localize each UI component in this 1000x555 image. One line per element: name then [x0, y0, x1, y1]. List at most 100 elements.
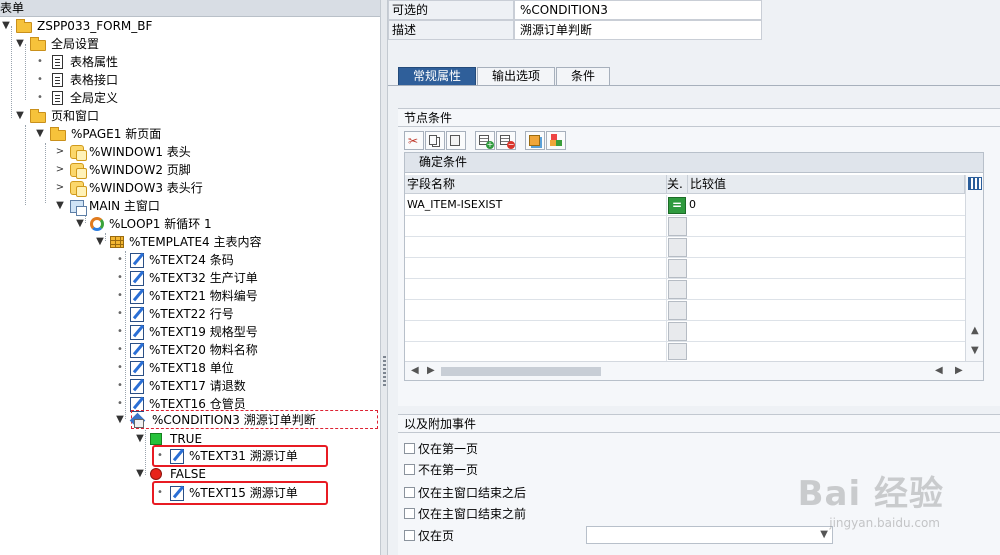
compare-value-cell[interactable]	[688, 342, 965, 363]
table-row[interactable]	[405, 237, 965, 258]
scroll-left-icon[interactable]: ◀	[935, 365, 943, 376]
tree-node-text32[interactable]: • %TEXT32 生产订单	[114, 269, 258, 287]
scroll-left-icon[interactable]: ◀	[411, 365, 419, 376]
operator-button[interactable]	[668, 259, 687, 278]
tree-node-pages-windows[interactable]: ▼ 页和窗口	[14, 107, 99, 125]
option-first-page-only[interactable]: 仅在第一页	[404, 439, 478, 457]
insert-row-button[interactable]: +	[475, 131, 495, 150]
option-before-main-window[interactable]: 仅在主窗口结束之前	[404, 504, 526, 522]
collapse-toggle[interactable]: ▼	[134, 430, 146, 448]
collapse-toggle[interactable]: ▼	[114, 411, 126, 429]
collapse-toggle[interactable]: ▼	[74, 215, 86, 233]
tree-node-text18[interactable]: • %TEXT18 单位	[114, 359, 234, 377]
column-header-field[interactable]: 字段名称	[405, 175, 667, 194]
table-row[interactable]	[405, 342, 965, 361]
tree-node-template4[interactable]: ▼ %TEMPLATE4 主表内容	[94, 233, 261, 251]
scroll-up-icon[interactable]: ▲	[971, 325, 979, 336]
operator-button[interactable]	[668, 280, 687, 299]
table-row[interactable]: WA_ITEM-ISEXIST = 0	[405, 195, 965, 216]
field-name-cell[interactable]	[405, 237, 667, 258]
compare-value-cell[interactable]: 0	[688, 195, 965, 216]
compare-value-cell[interactable]	[688, 237, 965, 258]
collapse-toggle[interactable]: ▼	[14, 107, 26, 125]
panel-splitter[interactable]	[380, 0, 388, 555]
scroll-down-icon[interactable]: ▼	[971, 345, 979, 356]
tree-node-form-attributes[interactable]: • 表格属性	[34, 53, 118, 71]
table-row[interactable]	[405, 216, 965, 237]
field-list-button[interactable]	[525, 131, 545, 150]
column-header-operator[interactable]: 关.	[667, 175, 688, 194]
tree-node-text19[interactable]: • %TEXT19 规格型号	[114, 323, 258, 341]
description-field[interactable]: 溯源订单判断	[514, 20, 762, 40]
horizontal-scrollbar[interactable]: ◀ ▶ ◀ ▶	[405, 361, 983, 380]
checkbox[interactable]	[404, 442, 415, 454]
table-row[interactable]	[405, 300, 965, 321]
compare-value-cell[interactable]	[688, 216, 965, 237]
scroll-thumb[interactable]	[441, 367, 601, 376]
field-name-cell[interactable]	[405, 300, 667, 321]
operator-cell[interactable]	[667, 216, 687, 237]
tree-node-text20[interactable]: • %TEXT20 物料名称	[114, 341, 258, 359]
collapse-toggle[interactable]: ▼	[54, 197, 66, 215]
paste-button[interactable]	[446, 131, 466, 150]
table-row[interactable]	[405, 279, 965, 300]
tab-output-options[interactable]: 输出选项	[477, 67, 556, 86]
option-not-first-page[interactable]: 不在第一页	[404, 460, 478, 478]
chevron-down-icon[interactable]: ▼	[820, 529, 828, 540]
delete-row-button[interactable]: −	[496, 131, 516, 150]
equals-operator-icon[interactable]: =	[668, 197, 686, 214]
checkbox[interactable]	[404, 507, 415, 519]
compare-value-cell[interactable]	[688, 300, 965, 321]
collapse-toggle[interactable]: ▼	[34, 125, 46, 143]
compare-value-cell[interactable]	[688, 321, 965, 342]
tree-node-text21[interactable]: • %TEXT21 物料编号	[114, 287, 258, 305]
collapse-toggle[interactable]: ▼	[134, 465, 146, 483]
selectable-field[interactable]: %CONDITION3	[514, 0, 762, 20]
field-name-cell[interactable]	[405, 342, 667, 361]
option-after-main-window[interactable]: 仅在主窗口结束之后	[404, 483, 526, 501]
tree-node-window1[interactable]: > %WINDOW1 表头	[54, 143, 191, 161]
tree-node-form-interface[interactable]: • 表格接口	[34, 71, 118, 89]
tree-node-global-definitions[interactable]: • 全局定义	[34, 89, 118, 107]
compare-value-cell[interactable]	[688, 279, 965, 300]
table-row[interactable]	[405, 321, 965, 342]
tree-node-main-window[interactable]: ▼ MAIN 主窗口	[54, 197, 160, 216]
field-name-cell[interactable]	[405, 258, 667, 279]
collapse-toggle[interactable]: ▼	[0, 17, 12, 35]
column-settings-icon[interactable]	[968, 177, 982, 190]
tree-node-text15[interactable]: • %TEXT15 溯源订单	[154, 484, 298, 502]
operator-cell[interactable]	[667, 321, 687, 342]
field-name-cell[interactable]	[405, 216, 667, 237]
tab-conditions[interactable]: 条件	[556, 67, 611, 86]
operator-cell[interactable]	[667, 279, 687, 300]
splitter-grip[interactable]	[383, 356, 386, 386]
operator-cell[interactable]	[667, 300, 687, 321]
tab-general-attributes[interactable]: 常规属性	[398, 67, 477, 86]
operator-cell[interactable]	[667, 342, 687, 363]
operator-button[interactable]	[668, 301, 687, 320]
operator-cell[interactable]: =	[667, 195, 687, 216]
cut-button[interactable]: ✂	[404, 131, 424, 150]
tree-node-text17[interactable]: • %TEXT17 请退数	[114, 377, 246, 395]
tree-node-global-settings[interactable]: ▼ 全局设置	[14, 35, 99, 53]
operator-button[interactable]	[668, 238, 687, 257]
structure-button[interactable]	[546, 131, 566, 150]
scroll-right-icon[interactable]: ▶	[955, 365, 963, 376]
operator-button[interactable]	[668, 343, 687, 360]
table-row[interactable]	[405, 258, 965, 279]
collapse-toggle[interactable]: ▼	[94, 233, 106, 251]
scroll-right-icon[interactable]: ▶	[427, 365, 435, 376]
tree-node-window2[interactable]: > %WINDOW2 页脚	[54, 161, 191, 179]
option-only-on-page[interactable]: 仅在页	[404, 526, 454, 544]
tree-node-text22[interactable]: • %TEXT22 行号	[114, 305, 234, 323]
field-name-cell[interactable]	[405, 279, 667, 300]
operator-button[interactable]	[668, 217, 687, 236]
column-header-value[interactable]: 比较值	[688, 175, 965, 194]
checkbox[interactable]	[404, 486, 415, 498]
expand-toggle[interactable]: >	[54, 143, 66, 161]
operator-cell[interactable]	[667, 237, 687, 258]
tree-node-text31[interactable]: • %TEXT31 溯源订单	[154, 447, 298, 465]
collapse-toggle[interactable]: ▼	[14, 35, 26, 53]
checkbox[interactable]	[404, 463, 415, 475]
operator-button[interactable]	[668, 322, 687, 341]
